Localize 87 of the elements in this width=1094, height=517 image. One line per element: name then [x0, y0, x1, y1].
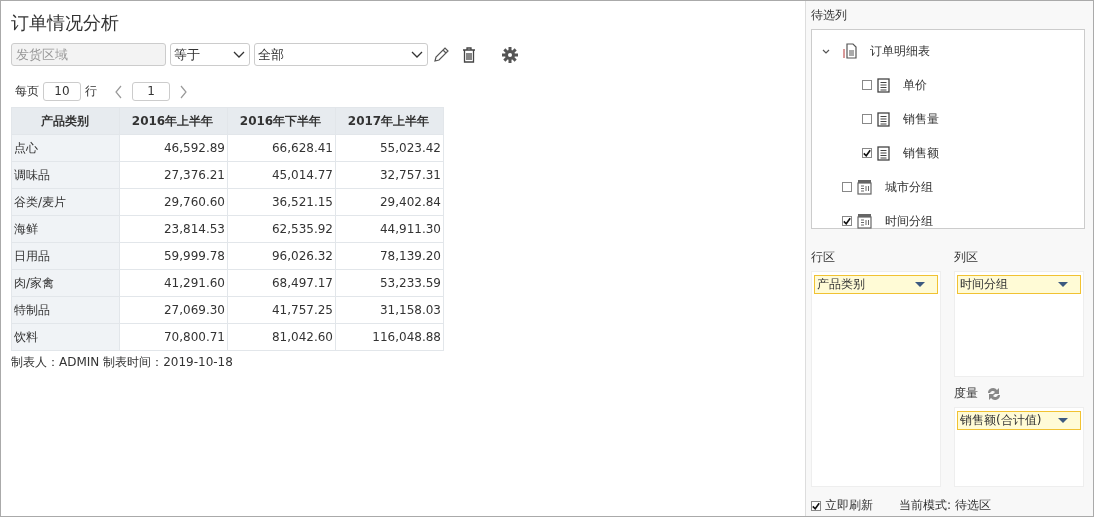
- rows-label: 行: [85, 83, 97, 100]
- tree-item-label[interactable]: 订单明细表: [870, 42, 930, 60]
- table-cell: 32,757.31: [335, 161, 444, 189]
- expand-caret-icon[interactable]: [822, 48, 830, 54]
- table-cell: 41,757.25: [227, 296, 336, 324]
- table-cell: 45,014.77: [227, 161, 336, 189]
- table-cell: 41,291.60: [119, 269, 228, 297]
- chevron-down-icon: [233, 51, 245, 58]
- trash-icon[interactable]: [462, 46, 476, 63]
- checkbox[interactable]: [842, 182, 852, 192]
- document-icon: [877, 111, 890, 127]
- table-cell: 68,497.17: [227, 269, 336, 297]
- value-dropdown[interactable]: 全部: [254, 43, 428, 66]
- checkbox[interactable]: [842, 216, 852, 226]
- dropdown-triangle-icon[interactable]: [1058, 282, 1068, 287]
- operator-dropdown[interactable]: 等于: [170, 43, 250, 66]
- dropdown-triangle-icon[interactable]: [1058, 418, 1068, 423]
- checkbox-label: 立即刷新: [825, 497, 873, 514]
- table-cell: 62,535.92: [227, 215, 336, 243]
- category-cell: 谷类/麦片: [11, 188, 120, 216]
- tree-item-label[interactable]: 销售量: [903, 110, 939, 128]
- per-page-label: 每页: [15, 83, 39, 100]
- check-icon: [863, 149, 871, 157]
- check-icon: [812, 501, 820, 510]
- page-size-input[interactable]: 10: [43, 82, 81, 101]
- checkbox[interactable]: [811, 500, 821, 511]
- table-cell: 81,042.60: [227, 323, 336, 351]
- check-icon: [843, 217, 851, 225]
- table-cell: 96,026.32: [227, 242, 336, 270]
- refresh-icon[interactable]: [986, 385, 1002, 402]
- zone-label: 行区: [811, 249, 835, 266]
- column-header: 2017年上半年: [335, 107, 444, 135]
- mode-status: 当前模式: 待选区: [899, 497, 991, 514]
- document-icon: [877, 145, 890, 161]
- chevron-left-icon[interactable]: [115, 84, 122, 99]
- report-title: 订单情况分析: [11, 11, 120, 35]
- field-input[interactable]: 发货区域: [11, 43, 166, 66]
- chevron-down-icon: [411, 51, 423, 58]
- database-table-icon: [843, 43, 857, 59]
- dropdown-triangle-icon[interactable]: [915, 282, 925, 287]
- pencil-icon[interactable]: [432, 46, 450, 63]
- panel-title: 待选列: [811, 7, 848, 24]
- page-number-input[interactable]: 1: [132, 82, 170, 101]
- chevron-right-icon[interactable]: [180, 84, 187, 99]
- table-cell: 36,521.15: [227, 188, 336, 216]
- zone-item[interactable]: 时间分组: [957, 275, 1081, 294]
- table-cell: 78,139.20: [335, 242, 444, 270]
- tree-item-label[interactable]: 销售额: [903, 144, 939, 162]
- zone-item[interactable]: 产品类别: [814, 275, 938, 294]
- settings-icon[interactable]: [502, 46, 518, 63]
- column-header: 2016年上半年: [119, 107, 228, 135]
- table-cell: 70,800.71: [119, 323, 228, 351]
- category-cell: 海鲜: [11, 215, 120, 243]
- table-cell: 27,376.21: [119, 161, 228, 189]
- table-cell: 23,814.53: [119, 215, 228, 243]
- table-cell: 116,048.88: [335, 323, 444, 351]
- checkbox[interactable]: [862, 80, 872, 90]
- column-header: 2016年下半年: [227, 107, 336, 135]
- table-cell: 53,233.59: [335, 269, 444, 297]
- report-footer: 制表人：ADMIN 制表时间：2019-10-18: [11, 354, 795, 371]
- category-cell: 点心: [11, 134, 120, 162]
- tree-item-label[interactable]: 城市分组: [885, 178, 933, 196]
- table-cell: 46,592.89: [119, 134, 228, 162]
- table-cell: 44,911.30: [335, 215, 444, 243]
- category-cell: 调味品: [11, 161, 120, 189]
- checkbox[interactable]: [862, 148, 872, 158]
- tree-item-label[interactable]: 单价: [903, 76, 927, 94]
- table-cell: 66,628.41: [227, 134, 336, 162]
- table-cell: 59,999.78: [119, 242, 228, 270]
- category-cell: 日用品: [11, 242, 120, 270]
- table-cell: 27,069.30: [119, 296, 228, 324]
- zone-label: 列区: [954, 249, 978, 266]
- category-cell: 特制品: [11, 296, 120, 324]
- checkbox[interactable]: [862, 114, 872, 124]
- table-cell: 29,402.84: [335, 188, 444, 216]
- category-cell: 肉/家禽: [11, 269, 120, 297]
- tree-item-label[interactable]: 时间分组: [885, 212, 933, 230]
- folder-grid-icon: [857, 179, 872, 195]
- zone-label: 度量: [954, 385, 978, 402]
- table-cell: 55,023.42: [335, 134, 444, 162]
- table-cell: 29,760.60: [119, 188, 228, 216]
- zone-item[interactable]: 销售额(合计值): [957, 411, 1081, 430]
- document-icon: [877, 77, 890, 93]
- column-header: 产品类别: [11, 107, 120, 135]
- folder-grid-icon: [857, 213, 872, 229]
- category-cell: 饮料: [11, 323, 120, 351]
- table-cell: 31,158.03: [335, 296, 444, 324]
